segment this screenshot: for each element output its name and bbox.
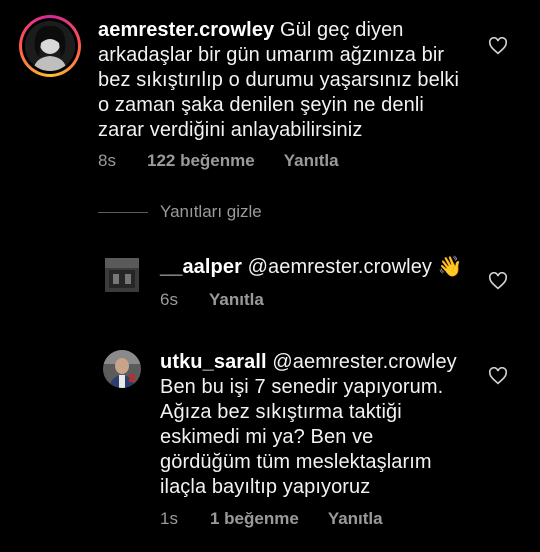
reply-meta: 6s Yanıtla xyxy=(160,290,264,310)
comment-text-line: zarar verdiğini anlayabilirsiniz xyxy=(98,119,363,141)
avatar-image xyxy=(103,350,141,388)
comment-time: 8s xyxy=(98,151,116,170)
story-ring[interactable] xyxy=(19,15,81,77)
comment-username[interactable]: aemrester.crowley xyxy=(98,19,274,41)
hide-replies-button[interactable]: Yanıtları gizle xyxy=(160,202,262,222)
reply-text-line: gördüğüm tüm meslektaşlarım xyxy=(160,451,432,473)
reply-username[interactable]: utku_sarall xyxy=(160,351,267,373)
reply-meta: 1s 1 beğenme Yanıtla xyxy=(160,509,383,529)
reply-text-line: Ağıza bez sıkıştırma taktiği xyxy=(160,401,402,423)
mention-link[interactable]: @aemrester.crowley xyxy=(248,256,432,278)
likes-count-button[interactable]: 122 beğenme xyxy=(147,151,255,171)
reply-body: utku_sarall @aemrester.crowley Ben bu iş… xyxy=(160,350,480,500)
mention-link[interactable]: @aemrester.crowley xyxy=(272,351,456,373)
comment-body: aemrester.crowley Gül geç diyen arkadaşl… xyxy=(98,18,498,143)
reply-body: __aalper @aemrester.crowley 👋 xyxy=(160,255,490,280)
replies-divider xyxy=(98,212,148,213)
reply-comment: __aalper @aemrester.crowley 👋 6s Yanıtla xyxy=(0,250,540,310)
heart-icon[interactable] xyxy=(488,272,508,290)
avatar[interactable] xyxy=(25,21,75,71)
reply-button[interactable]: Yanıtla xyxy=(209,290,264,310)
comment-text-line: bez sıkıştırılıp o durumu yaşarsınız bel… xyxy=(98,69,460,91)
reply-username[interactable]: __aalper xyxy=(160,256,242,278)
comment-text-line: arkadaşlar bir gün umarım ağzınıza bir xyxy=(98,44,445,66)
reply-text-line: Ben bu işi 7 senedir yapıyorum. xyxy=(160,376,444,398)
heart-icon[interactable] xyxy=(488,367,508,385)
avatar[interactable] xyxy=(103,350,141,388)
reply-text-line: ilaçla bayıltıp yapıyoruz xyxy=(160,476,371,498)
reply-button[interactable]: Yanıtla xyxy=(328,509,383,529)
wave-emoji: 👋 xyxy=(437,256,463,278)
reply-text-line: eskimedi mi ya? Ben ve xyxy=(160,426,374,448)
reply-time: 6s xyxy=(160,290,178,309)
comment-meta: 8s 122 beğenme Yanıtla xyxy=(98,151,339,171)
comment-text-line: o zaman şaka denilen şeyin ne denli xyxy=(98,94,424,116)
reply-button[interactable]: Yanıtla xyxy=(284,151,339,171)
reply-comment: utku_sarall @aemrester.crowley Ben bu iş… xyxy=(0,340,540,540)
heart-icon[interactable] xyxy=(488,37,508,55)
likes-count-button[interactable]: 1 beğenme xyxy=(210,509,299,529)
reply-time: 1s xyxy=(160,509,178,528)
avatar[interactable] xyxy=(105,258,139,292)
comment-main: aemrester.crowley Gül geç diyen arkadaşl… xyxy=(0,0,540,200)
comment-text-line: Gül geç diyen xyxy=(279,19,404,41)
avatar-image xyxy=(25,21,75,71)
avatar-image xyxy=(105,258,139,292)
